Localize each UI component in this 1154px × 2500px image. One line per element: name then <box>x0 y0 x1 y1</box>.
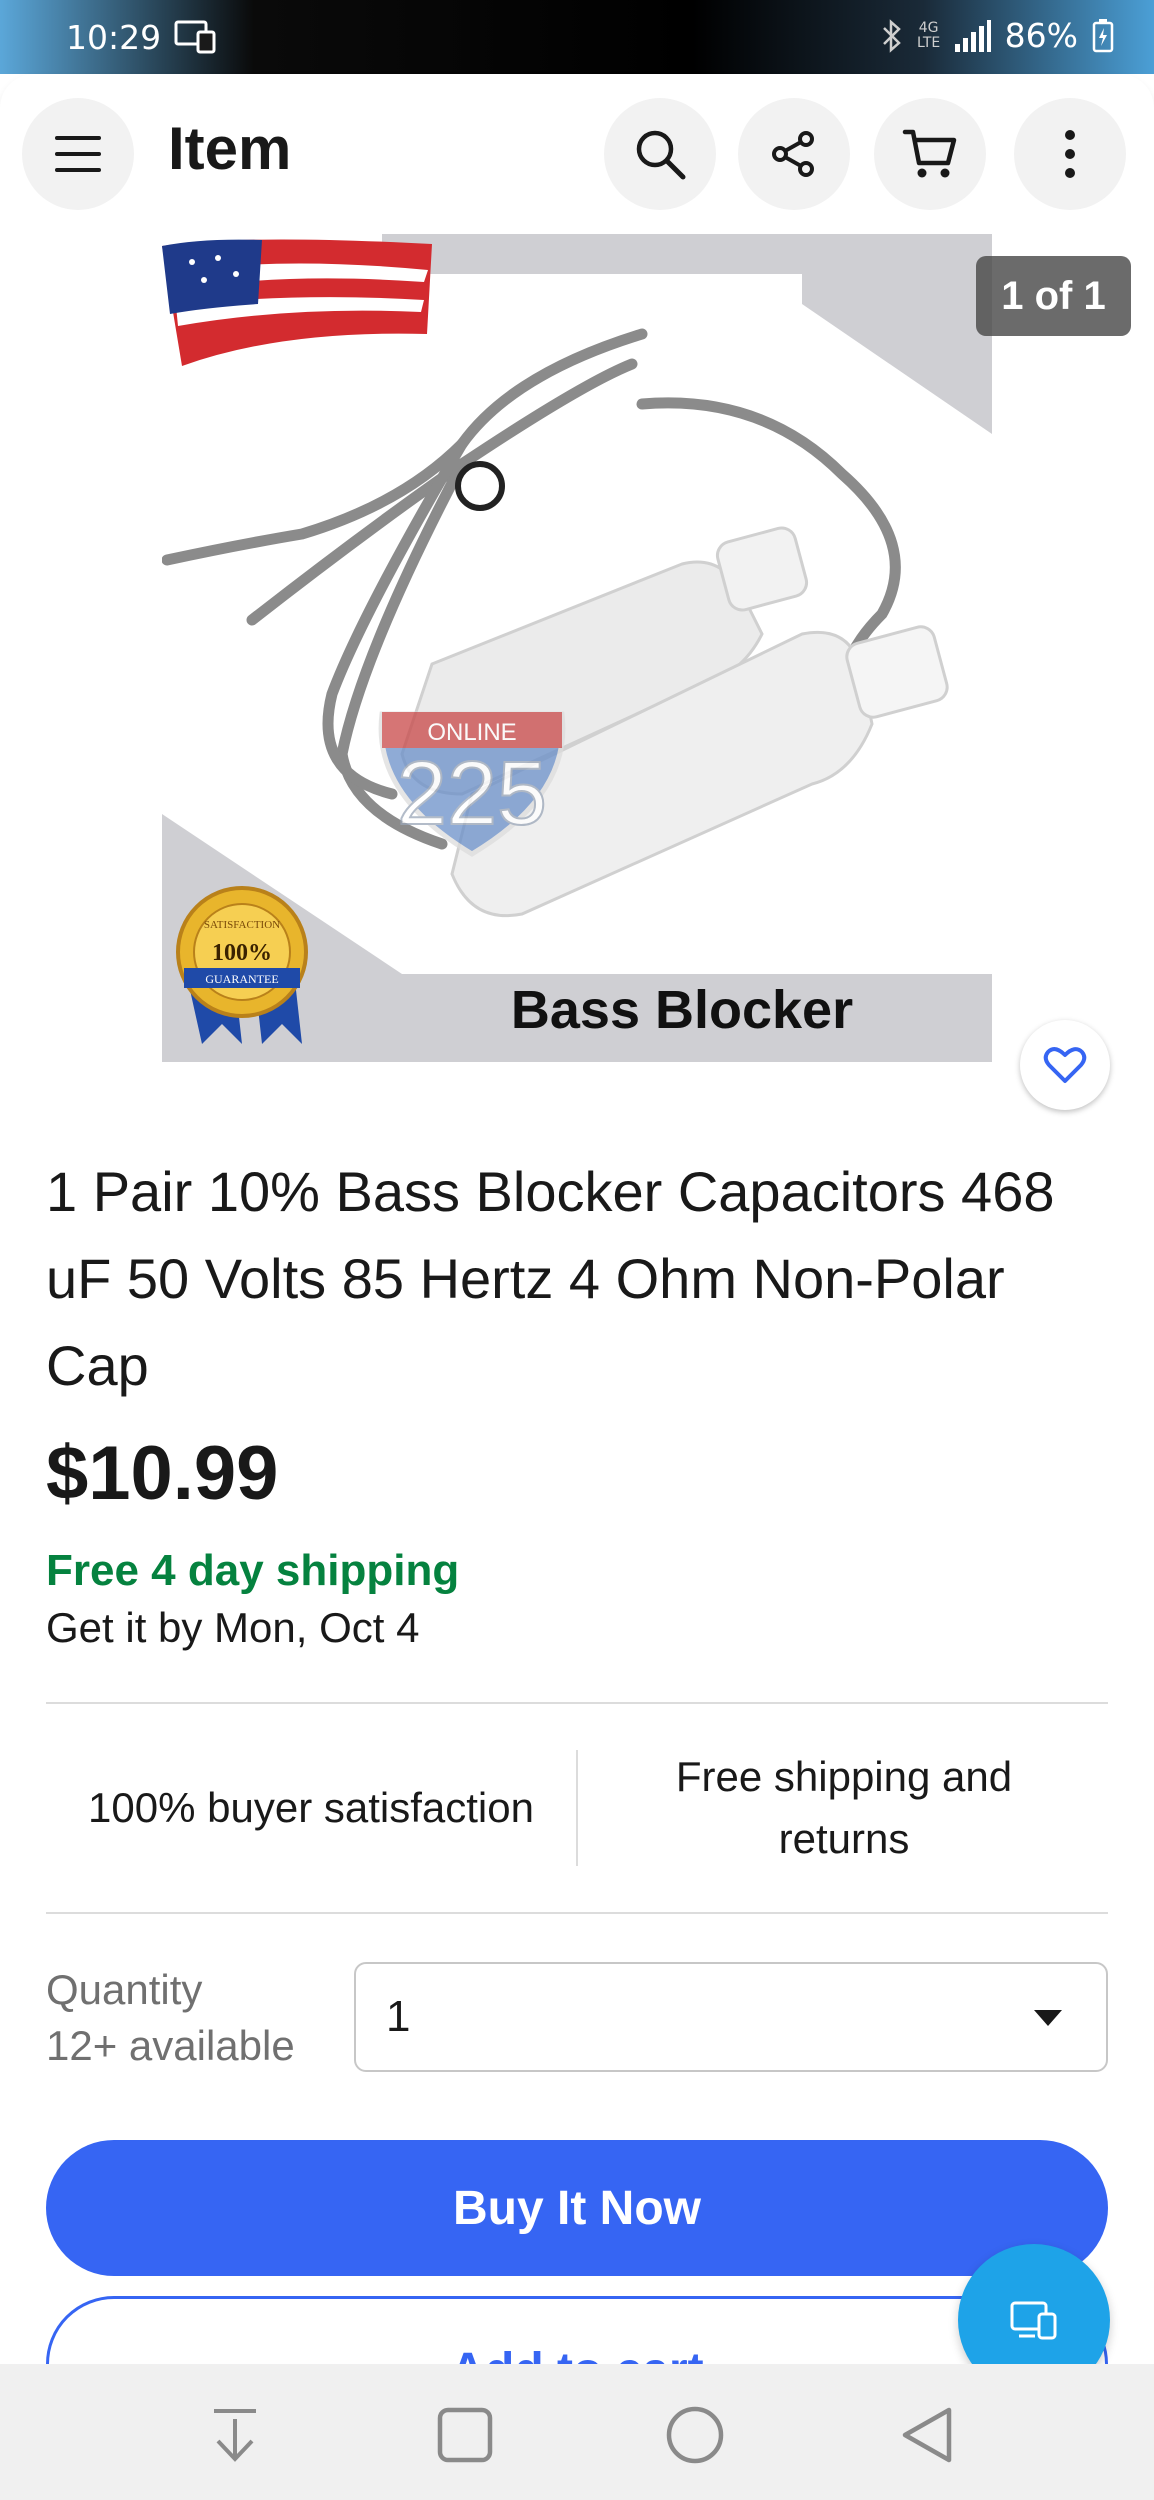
battery-percent: 86% <box>1004 16 1078 55</box>
page: 10:29 4G LTE 86% Item ONLINE 225 SATISFA… <box>0 0 1154 2500</box>
chevron-down-icon <box>1034 2010 1062 2026</box>
badge-separator <box>576 1750 578 1866</box>
arrow-down-icon <box>214 2409 256 2462</box>
delivery-date: Get it by Mon, Oct 4 <box>46 1604 420 1651</box>
quantity-select[interactable]: 1 <box>354 1962 1108 2072</box>
shipping-info: Free 4 day shipping <box>46 1546 460 1595</box>
trust-badges: 100% buyer satisfaction Free shipping an… <box>46 1704 1108 1912</box>
seal-top-text: SATISFACTION <box>204 919 280 931</box>
battery-charging-icon <box>1092 18 1114 52</box>
listing-price: $10.99 <box>46 1431 279 1516</box>
image-gallery[interactable]: ONLINE 225 SATISFACTION 100% GUARANTEE B… <box>0 234 1154 1110</box>
image-caption: Bass Blocker <box>511 980 853 1040</box>
app-header: Item <box>0 74 1154 234</box>
listing-title: 1 Pair 10% Bass Blocker Capacitors 468 u… <box>46 1160 1055 1397</box>
nav-back-button[interactable] <box>892 2400 962 2470</box>
menu-button[interactable] <box>22 98 134 210</box>
watermark-number-text: 225 <box>397 744 547 844</box>
divider <box>46 1912 1108 1914</box>
image-counter: 1 of 1 <box>976 256 1131 336</box>
seal-middle-text: 100% <box>212 940 272 966</box>
buyer-satisfaction-badge: 100% buyer satisfaction <box>88 1784 534 1831</box>
home-icon <box>666 2406 724 2464</box>
search-icon <box>636 130 686 180</box>
share-button[interactable] <box>738 98 850 210</box>
cart-icon <box>902 129 957 178</box>
back-icon <box>902 2407 952 2463</box>
status-right: 4G LTE 86% <box>881 16 1114 55</box>
product-image[interactable]: ONLINE 225 SATISFACTION 100% GUARANTEE B… <box>162 234 992 1062</box>
heart-icon <box>1043 1047 1087 1083</box>
nav-home-button[interactable] <box>660 2400 730 2470</box>
menu-icon <box>55 136 101 172</box>
nav-recents-button[interactable] <box>430 2400 500 2470</box>
free-returns-badge: Free shipping and returns <box>675 1753 1013 1862</box>
quantity-label: Quantity <box>46 1966 203 2013</box>
cast-icon <box>174 20 216 54</box>
quantity-available: 12+ available <box>46 2022 295 2069</box>
buy-it-now-button[interactable]: Buy It Now <box>46 2140 1108 2276</box>
quantity-label-block: Quantity 12+ available <box>46 1962 295 2074</box>
more-options-button[interactable] <box>1014 98 1126 210</box>
watch-button[interactable] <box>1020 1020 1110 1110</box>
watermark-logo: ONLINE 225 <box>378 711 566 857</box>
search-button[interactable] <box>604 98 716 210</box>
seal-bottom-text: GUARANTEE <box>205 972 278 986</box>
device-switch-icon <box>1010 2301 1057 2340</box>
status-time: 10:29 <box>66 18 162 57</box>
status-bar: 10:29 4G LTE 86% <box>0 0 1154 74</box>
cart-button[interactable] <box>874 98 986 210</box>
nav-hide-button[interactable] <box>200 2400 270 2470</box>
share-icon <box>772 131 814 177</box>
signal-icon <box>954 19 991 52</box>
watermark-top-text: ONLINE <box>427 719 516 746</box>
recents-icon <box>437 2407 493 2463</box>
more-icon <box>1065 130 1075 178</box>
page-title: Item <box>168 115 292 182</box>
network-type-icon: 4G LTE <box>917 19 941 51</box>
system-nav-bar <box>0 2364 1154 2500</box>
bluetooth-icon <box>882 18 901 53</box>
quantity-value: 1 <box>386 1992 411 2041</box>
